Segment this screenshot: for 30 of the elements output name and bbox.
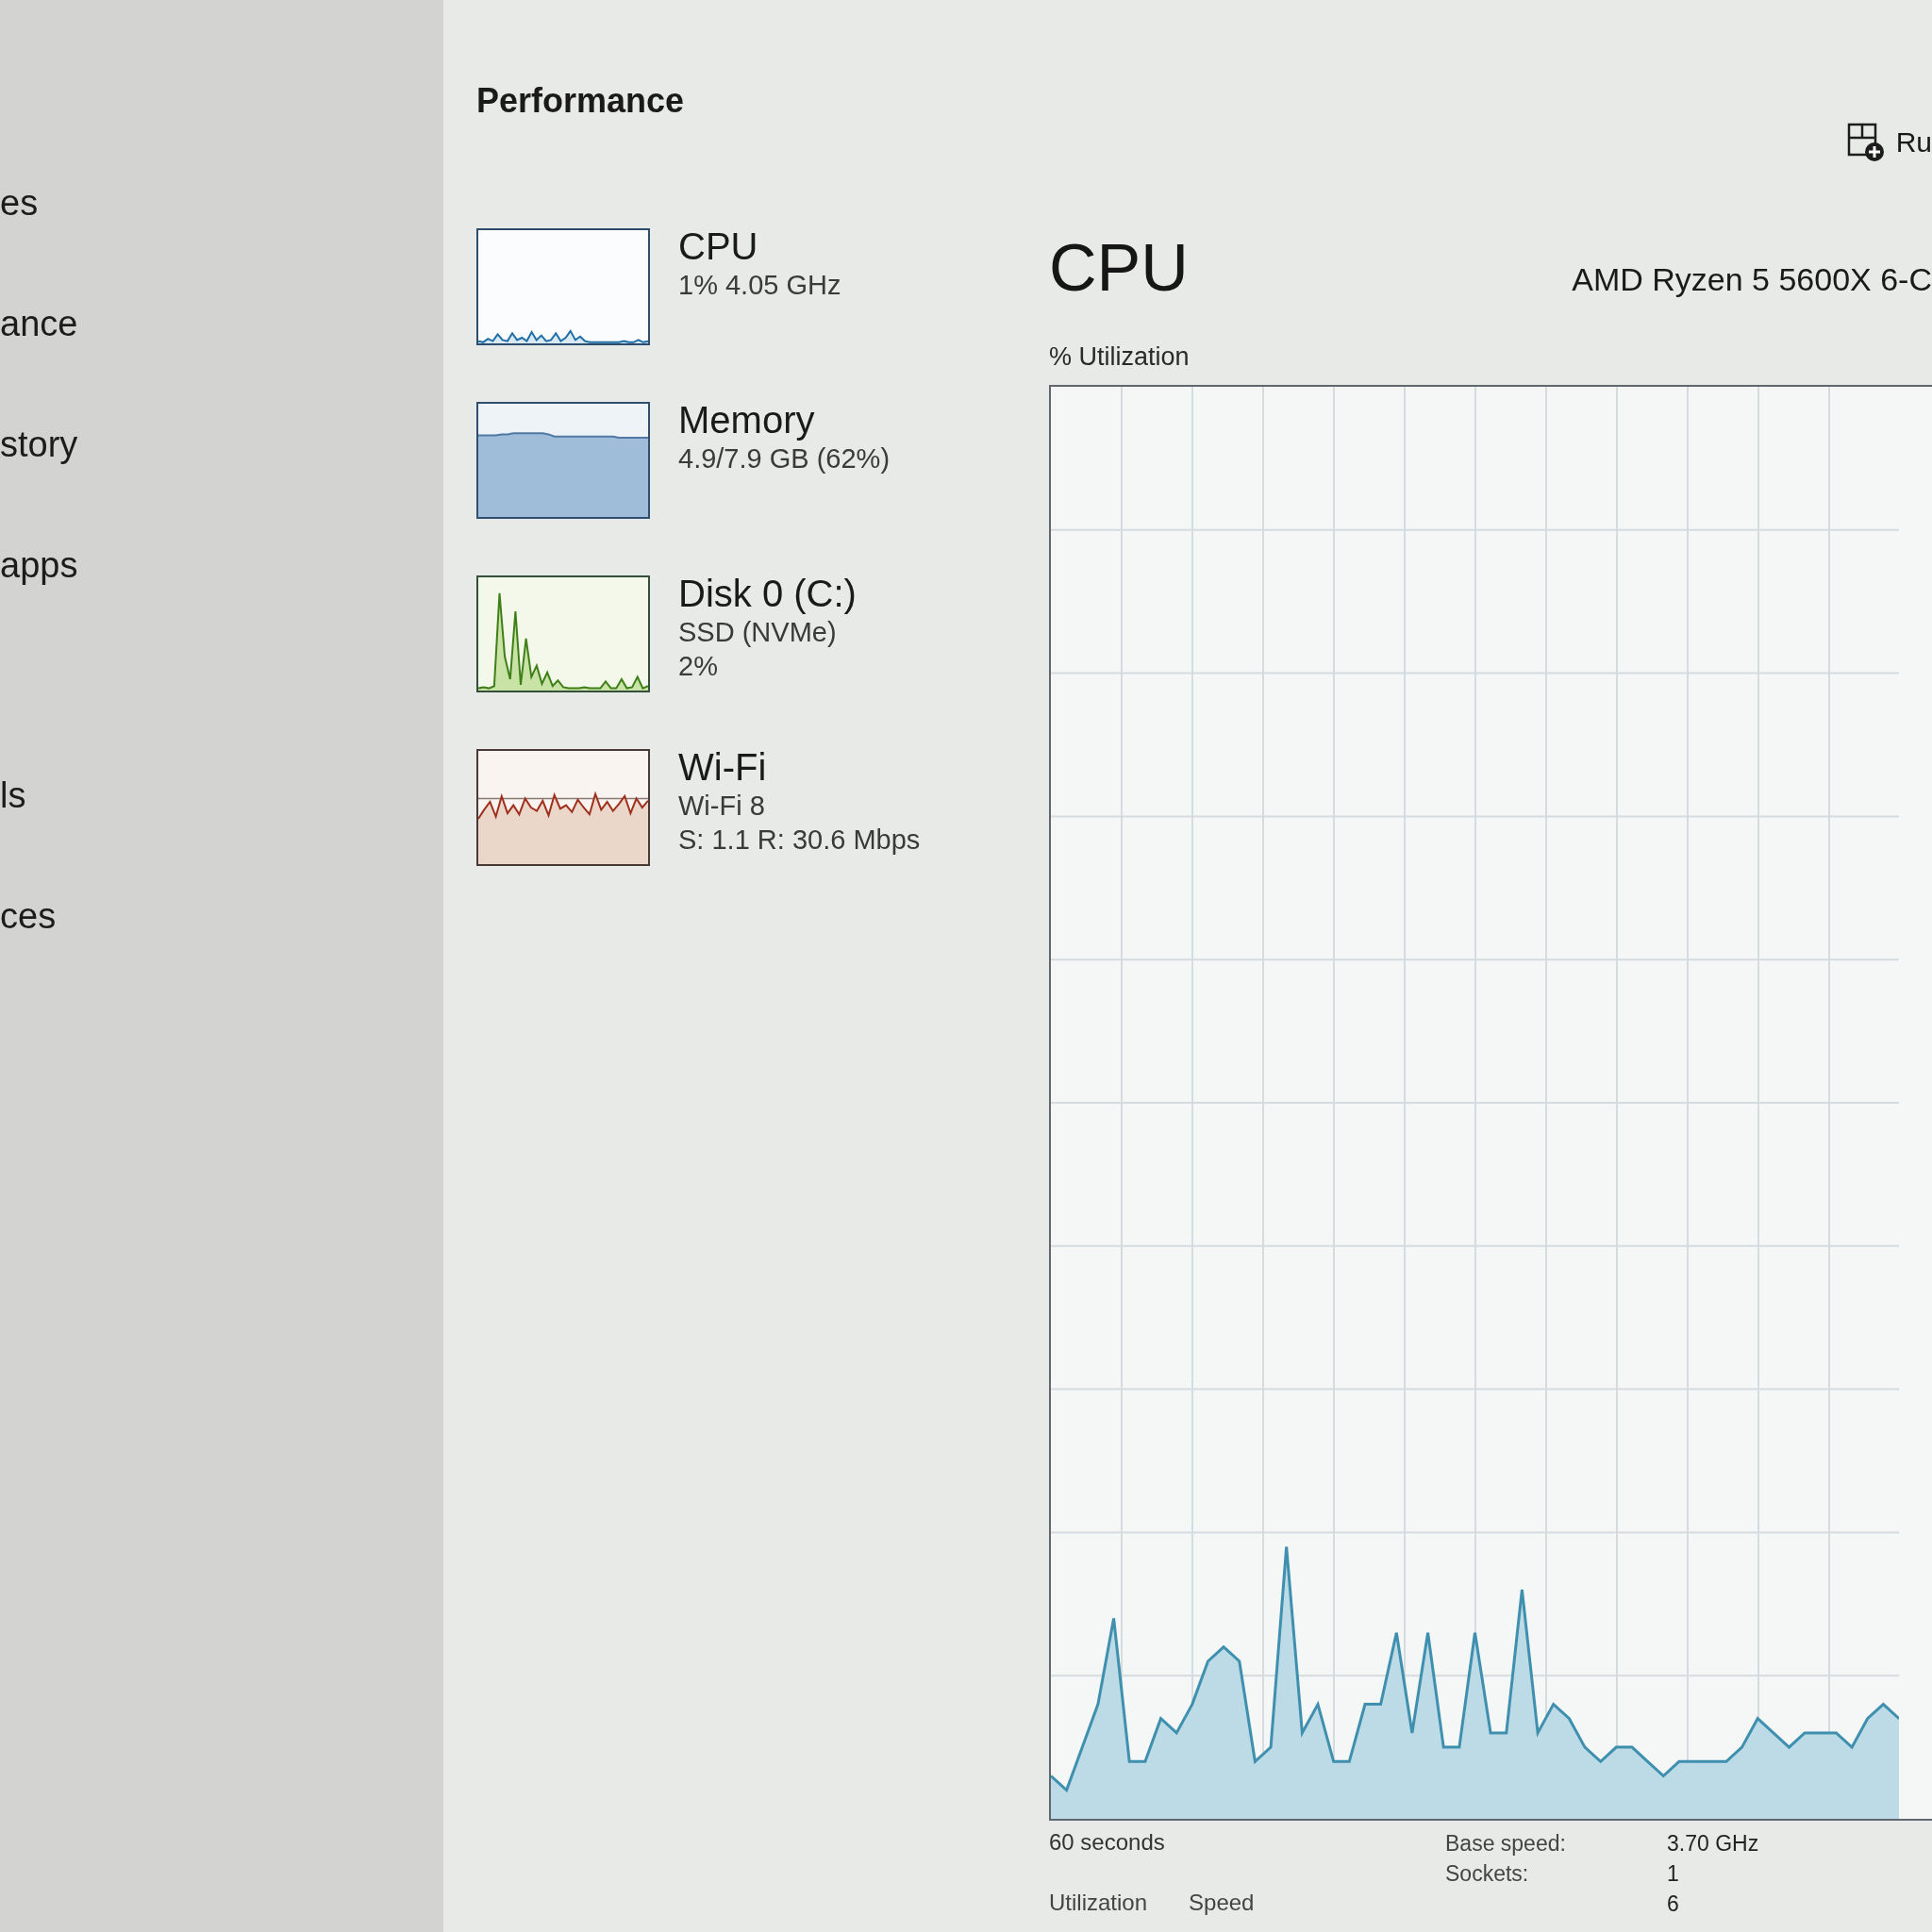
nav-item[interactable]: story: [0, 423, 78, 466]
detail-title: CPU: [1049, 230, 1189, 307]
processor-name: AMD Ryzen 5 5600X 6-C: [1572, 260, 1932, 298]
spec-label: Sockets:: [1445, 1860, 1529, 1887]
spec-value: 1: [1667, 1860, 1679, 1887]
resource-detail: S: 1.1 R: 30.6 Mbps: [678, 824, 921, 857]
time-span-label: 60 seconds: [1049, 1828, 1165, 1857]
stat-label: Speed: [1189, 1889, 1255, 1917]
nav-item[interactable]: ces: [0, 894, 57, 938]
resource-name[interactable]: Memory: [678, 398, 815, 441]
toolbar-button[interactable]: Ru: [1846, 123, 1932, 162]
spec-value: 6: [1667, 1890, 1679, 1917]
resource-detail: 4.9/7.9 GB (62%): [678, 442, 891, 475]
nav-item[interactable]: es: [0, 181, 39, 225]
resource-name[interactable]: CPU: [678, 225, 758, 268]
resource-detail: 1% 4.05 GHz: [678, 269, 841, 302]
resource-name[interactable]: Disk 0 (C:): [678, 572, 857, 615]
resource-detail: Wi-Fi 8: [678, 790, 765, 823]
resource-detail: SSD (NVMe): [678, 616, 837, 649]
graph-label: % Utilization: [1049, 341, 1190, 372]
nav-item[interactable]: ance: [0, 302, 78, 345]
resource-name[interactable]: Wi-Fi: [678, 745, 767, 789]
nav-item[interactable]: ls: [0, 774, 26, 817]
nav-item[interactable]: apps: [0, 543, 78, 587]
resource-detail: 2%: [678, 650, 718, 683]
window-plus-icon: [1846, 123, 1885, 162]
spec-value: 3.70 GHz: [1667, 1830, 1759, 1857]
stat-label: Utilization: [1049, 1889, 1148, 1917]
page-title: Performance: [476, 81, 685, 121]
spec-label: Base speed:: [1445, 1830, 1566, 1857]
